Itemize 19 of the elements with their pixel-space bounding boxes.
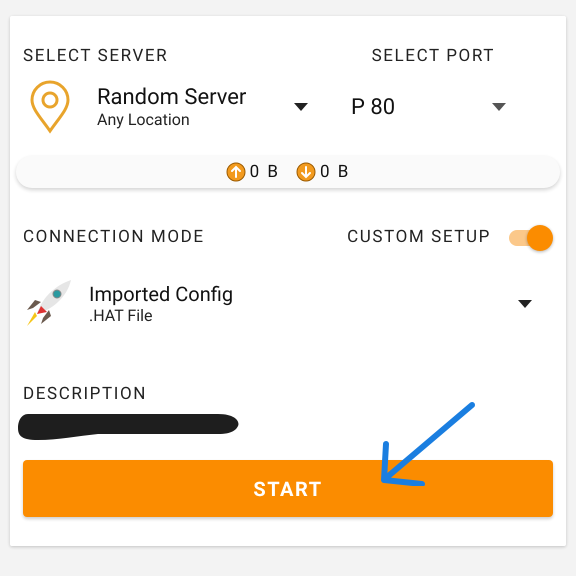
dropdown-caret-icon[interactable] [517,298,533,308]
section-label: SELECT PORT [372,46,495,66]
section-label: SELECT SERVER [23,46,168,66]
location-pin-icon [29,80,71,134]
custom-setup-switch[interactable] [507,224,553,250]
dropdown-caret-icon[interactable] [491,102,507,112]
port-value[interactable]: P 80 [351,94,491,120]
dropdown-caret-icon[interactable] [293,102,309,112]
download-amount: 0 B [320,162,350,182]
upload-icon [226,162,246,182]
switch-label: CUSTOM SETUP [347,227,491,247]
config-type: .HAT File [89,306,154,324]
section-label: CONNECTION MODE [23,227,205,247]
upload-amount: 0 B [250,162,280,182]
config-name: Imported Config [89,282,234,306]
server-name: Random Server [97,85,248,110]
section-label: DESCRIPTION [23,384,148,404]
server-location: Any Location [97,110,191,129]
download-icon [296,162,316,182]
